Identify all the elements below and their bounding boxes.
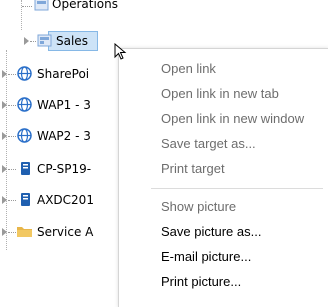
database-icon [37, 34, 52, 47]
menu-item-save-target-as[interactable]: Save target as... [161, 133, 256, 155]
tree-item-label: Service A [37, 225, 94, 239]
context-menu: Open link Open link in new tab Open link… [118, 48, 328, 307]
tree-item-label: WAP2 - 3 [37, 129, 91, 143]
tree-guide-line [21, 0, 22, 30]
mouse-pointer-icon [114, 43, 127, 60]
globe-icon [17, 66, 32, 81]
tree-item-label: Operations [52, 0, 118, 11]
menu-item-open-link[interactable]: Open link [161, 58, 216, 80]
menu-item-show-picture[interactable]: Show picture [161, 196, 236, 218]
tree-connector [8, 200, 16, 201]
menu-item-open-link-new-window[interactable]: Open link in new window [161, 108, 304, 130]
tree-guide-line [6, 50, 7, 250]
tree-connector [8, 74, 16, 75]
menu-item-email-picture[interactable]: E-mail picture... [161, 246, 251, 268]
database-icon [34, 0, 49, 11]
menu-item-open-link-new-tab[interactable]: Open link in new tab [161, 83, 279, 105]
tree-item-label: Sales [56, 34, 88, 48]
menu-item-save-picture-as[interactable]: Save picture as... [161, 221, 261, 243]
menu-item-print-target[interactable]: Print target [161, 158, 225, 180]
folder-icon [17, 227, 32, 237]
tree-connector [8, 169, 16, 170]
globe-icon [17, 128, 32, 143]
expand-arrow-icon[interactable] [2, 70, 7, 78]
tree-item-label: AXDC201 [37, 193, 94, 207]
expand-arrow-icon[interactable] [2, 132, 7, 140]
expand-arrow-icon[interactable] [2, 165, 7, 173]
server-icon [21, 193, 30, 206]
tree-connector [8, 232, 16, 233]
tree-item-label: SharePoi [37, 67, 90, 81]
menu-separator [151, 188, 323, 189]
tree-connector [8, 136, 16, 137]
expand-arrow-icon[interactable] [2, 196, 7, 204]
server-icon [21, 162, 30, 175]
globe-icon [17, 97, 32, 112]
menu-icon-gutter [119, 49, 147, 307]
screen: Operations Sales SharePoi WAP1 - 3 WAP2 … [0, 0, 328, 307]
tree-connector [22, 6, 32, 7]
tree-item-label: WAP1 - 3 [37, 98, 91, 112]
tree-connector [8, 105, 16, 106]
expand-arrow-icon[interactable] [24, 37, 29, 45]
expand-arrow-icon[interactable] [2, 228, 7, 236]
tree-item-label: CP-SP19- [37, 162, 92, 176]
tree-connector [30, 41, 36, 42]
expand-arrow-icon[interactable] [2, 101, 7, 109]
menu-item-print-picture[interactable]: Print picture... [161, 271, 241, 293]
